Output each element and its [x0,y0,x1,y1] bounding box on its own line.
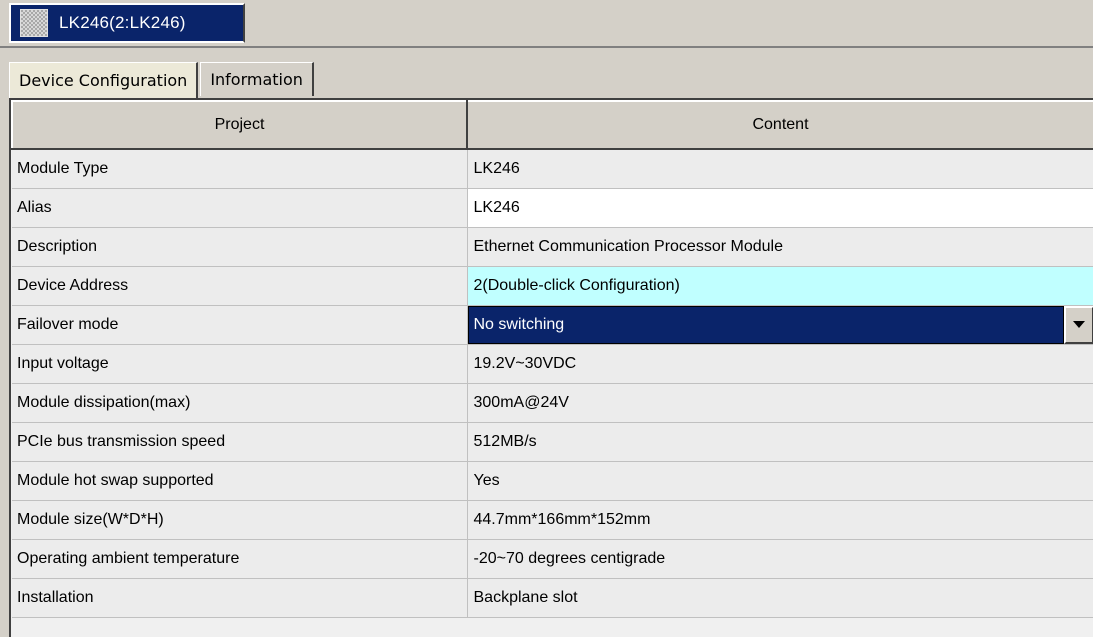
row-label-pcie-speed: PCIe bus transmission speed [12,422,468,462]
alias-field[interactable]: LK246 [467,188,1093,228]
document-tab-strip: LK246(2:LK246) [0,0,1093,48]
table-header-row: Project Content [11,100,1093,150]
document-tab-label: LK246(2:LK246) [59,13,186,32]
table-row[interactable]: Module size(W*D*H) 44.7mm*166mm*152mm [12,500,1093,540]
dropdown-button[interactable] [1063,305,1093,343]
table-row[interactable]: Module hot swap supported Yes [12,461,1093,501]
row-label-input-voltage: Input voltage [12,344,468,384]
failover-mode-dropdown[interactable]: No switching [467,305,1093,343]
table-row[interactable]: Installation Backplane slot [12,578,1093,618]
tab-information[interactable]: Information [200,62,314,96]
row-label-module-type: Module Type [12,149,468,189]
table-row[interactable]: Description Ethernet Communication Proce… [12,227,1093,267]
row-label-device-address: Device Address [12,266,468,306]
chevron-down-icon [1072,321,1085,328]
row-value-module-size: 44.7mm*166mm*152mm [467,500,1093,540]
row-value-input-voltage: 19.2V~30VDC [467,344,1093,384]
row-value-hot-swap: Yes [467,461,1093,501]
row-value-description: Ethernet Communication Processor Module [467,227,1093,267]
row-value-module-type: LK246 [467,149,1093,189]
table-row[interactable]: Module dissipation(max) 300mA@24V [12,383,1093,423]
row-label-installation: Installation [12,578,468,618]
device-address-cell[interactable]: 2(Double-click Configuration) [467,266,1093,306]
column-header-project[interactable]: Project [11,100,468,150]
table-row[interactable]: Input voltage 19.2V~30VDC [12,344,1093,384]
device-properties-window: LK246(2:LK246) Device Configuration Info… [0,0,1093,637]
failover-mode-value[interactable]: No switching [467,305,1064,343]
failover-mode-cell[interactable]: No switching [467,305,1093,345]
property-grid: Project Content Module Type LK246 Alias … [9,98,1093,637]
row-value-module-dissipation: 300mA@24V [467,383,1093,423]
row-label-module-dissipation: Module dissipation(max) [12,383,468,423]
row-value-installation: Backplane slot [467,578,1093,618]
table-row[interactable]: Operating ambient temperature -20~70 deg… [12,539,1093,579]
row-label-description: Description [12,227,468,267]
document-tab-lk246[interactable]: LK246(2:LK246) [9,3,245,43]
table-row[interactable]: Device Address 2(Double-click Configurat… [12,266,1093,306]
table-row[interactable]: Alias LK246 [12,188,1093,228]
row-label-hot-swap: Module hot swap supported [12,461,468,501]
table-row[interactable]: Failover mode No switching [12,305,1093,345]
row-label-alias: Alias [12,188,468,228]
table-row[interactable]: Module Type LK246 [12,149,1093,189]
column-header-content[interactable]: Content [466,100,1093,150]
row-label-ambient-temperature: Operating ambient temperature [12,539,468,579]
property-table: Project Content Module Type LK246 Alias … [11,100,1093,618]
row-label-module-size: Module size(W*D*H) [12,500,468,540]
table-row[interactable]: PCIe bus transmission speed 512MB/s [12,422,1093,462]
grid-icon [20,9,48,37]
property-tabs: Device Configuration Information [9,62,316,98]
tab-device-configuration[interactable]: Device Configuration [9,62,199,98]
row-value-ambient-temperature: -20~70 degrees centigrade [467,539,1093,579]
row-label-failover-mode: Failover mode [12,305,468,345]
row-value-pcie-speed: 512MB/s [467,422,1093,462]
